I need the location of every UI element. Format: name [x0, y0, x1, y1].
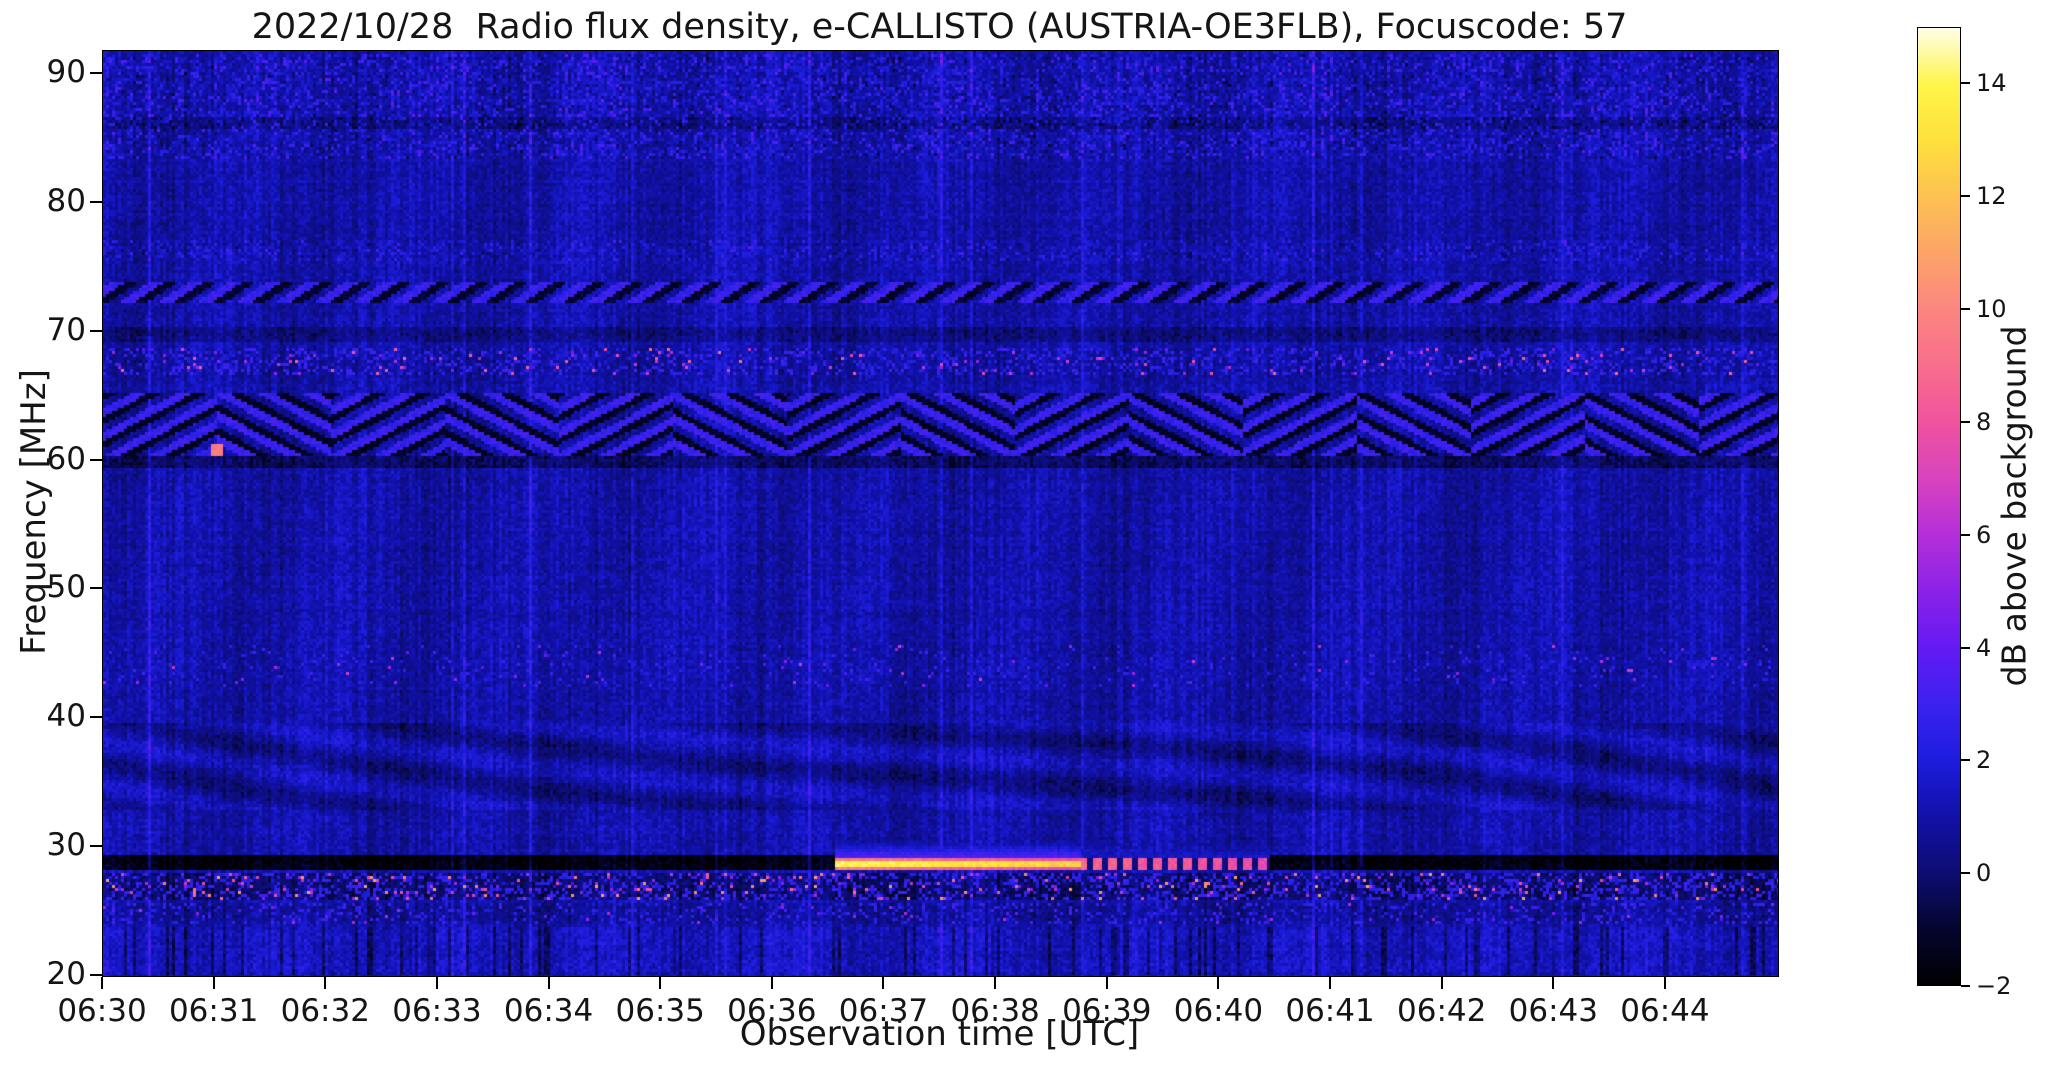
y-tick-mark — [90, 974, 102, 977]
x-tick-mark — [1663, 977, 1666, 989]
y-tick-label: 20 — [46, 956, 86, 993]
colorbar-tick-label: 8 — [1976, 407, 1992, 436]
colorbar-tick-label: 0 — [1976, 859, 1992, 888]
spectrogram-plot — [102, 50, 1779, 977]
colorbar — [1917, 27, 1961, 986]
x-tick-label: 06:42 — [1397, 993, 1487, 1029]
x-tick-mark — [212, 977, 215, 989]
y-axis-label: Frequency [MHz] — [14, 369, 54, 655]
x-tick-label: 06:41 — [1285, 993, 1375, 1029]
x-tick-label: 06:36 — [727, 993, 817, 1029]
colorbar-tick-label: 12 — [1976, 182, 2007, 211]
x-tick-mark — [882, 977, 885, 989]
y-tick-mark — [90, 716, 102, 719]
x-tick-label: 06:34 — [503, 993, 594, 1029]
colorbar-tick-label: 14 — [1976, 69, 2007, 98]
x-tick-label: 06:33 — [392, 993, 482, 1029]
x-tick-mark — [770, 977, 773, 989]
y-tick-mark — [90, 329, 102, 332]
y-tick-label: 80 — [46, 182, 86, 219]
y-tick-mark — [90, 587, 102, 590]
x-tick-mark — [1329, 977, 1332, 989]
colorbar-tick-label: 6 — [1976, 520, 1992, 549]
y-tick-label: 60 — [46, 440, 86, 477]
x-tick-label: 06:38 — [950, 993, 1040, 1029]
colorbar-tick-mark — [1961, 646, 1970, 649]
x-tick-mark — [1105, 977, 1108, 989]
y-tick-label: 90 — [46, 54, 86, 90]
figure-root: 2022/10/28 Radio flux density, e-CALLIST… — [0, 0, 2047, 1067]
y-tick-mark — [90, 458, 102, 461]
x-tick-label: 06:31 — [168, 993, 259, 1029]
x-tick-mark — [994, 977, 997, 989]
colorbar-tick-mark — [1961, 872, 1970, 875]
colorbar-gradient — [1918, 28, 1960, 985]
spectrogram-canvas — [103, 51, 1778, 976]
colorbar-tick-label: 4 — [1976, 633, 1992, 662]
y-tick-label: 70 — [46, 311, 86, 348]
y-tick-label: 50 — [46, 569, 86, 606]
x-tick-label: 06:43 — [1508, 993, 1598, 1029]
x-tick-mark — [101, 977, 103, 989]
y-tick-label: 40 — [46, 698, 86, 735]
x-tick-mark — [1217, 977, 1220, 989]
colorbar-tick-mark — [1961, 759, 1970, 762]
x-tick-mark — [1552, 977, 1555, 989]
x-tick-label: 06:35 — [615, 993, 705, 1029]
colorbar-label: dB above background — [1994, 325, 2034, 687]
x-tick-mark — [659, 977, 662, 989]
x-tick-label: 06:30 — [57, 993, 147, 1029]
x-tick-mark — [547, 977, 550, 989]
colorbar-tick-mark — [1961, 195, 1970, 198]
x-tick-label: 06:37 — [838, 993, 929, 1029]
x-tick-label: 06:40 — [1173, 993, 1264, 1029]
colorbar-tick-label: 2 — [1976, 746, 1992, 775]
x-tick-label: 06:44 — [1620, 993, 1710, 1029]
x-tick-label: 06:39 — [1062, 993, 1152, 1029]
colorbar-tick-label: 10 — [1976, 295, 2007, 324]
y-tick-mark — [90, 845, 102, 848]
y-tick-mark — [90, 200, 102, 203]
y-tick-label: 30 — [46, 827, 86, 864]
colorbar-tick-mark — [1961, 985, 1970, 987]
x-tick-mark — [435, 977, 438, 989]
x-tick-mark — [1440, 977, 1443, 989]
colorbar-tick-label: −2 — [1976, 972, 2012, 1000]
x-tick-label: 06:32 — [280, 993, 370, 1029]
colorbar-tick-mark — [1961, 82, 1970, 85]
colorbar-tick-mark — [1961, 533, 1970, 536]
x-tick-mark — [324, 977, 327, 989]
y-tick-mark — [90, 72, 102, 74]
colorbar-tick-mark — [1961, 308, 1970, 311]
colorbar-tick-mark — [1961, 420, 1970, 423]
chart-title: 2022/10/28 Radio flux density, e-CALLIST… — [251, 7, 1628, 47]
